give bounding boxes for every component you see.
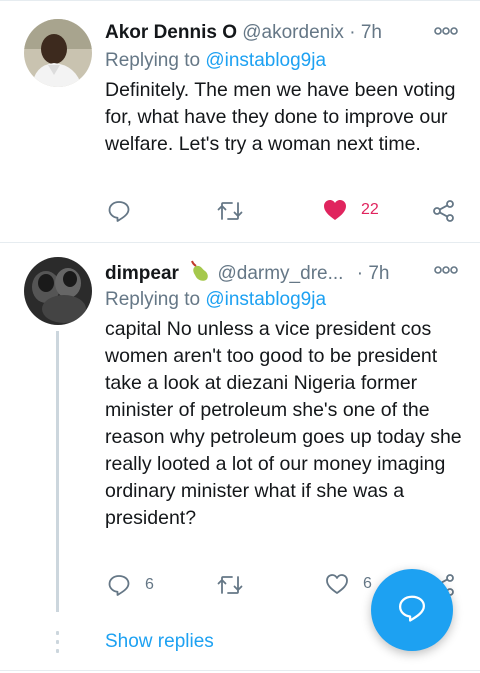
reply-count: 6 [145, 576, 154, 593]
like-button[interactable]: 22 [323, 199, 379, 221]
replying-handle[interactable]: @instablog9ja [205, 50, 326, 71]
like-count: 6 [363, 575, 372, 592]
avatar[interactable] [24, 19, 92, 87]
tweet[interactable]: Akor Dennis O @akordenix · 7h Replying t… [0, 0, 480, 242]
separator: · [356, 263, 364, 284]
like-button[interactable]: 6 [325, 573, 372, 595]
retweet-icon [217, 573, 243, 597]
retweet-icon [217, 199, 243, 223]
user-handle[interactable]: @darmy_dre... [217, 263, 343, 284]
pear-emoji-icon [186, 259, 210, 289]
show-replies-link[interactable]: Show replies [105, 631, 214, 653]
tweet-actions: 22 [105, 199, 460, 229]
timestamp[interactable]: 7h [361, 22, 382, 43]
replying-prefix: Replying to [105, 289, 206, 310]
reply-button[interactable]: 6 [107, 573, 154, 597]
compose-reply-button[interactable] [371, 569, 453, 651]
replying-to: Replying to @instablog9ja [105, 50, 326, 72]
bottom-divider [0, 670, 480, 671]
user-handle[interactable]: @akordenix [242, 22, 344, 43]
more-icon[interactable] [434, 24, 458, 43]
replying-handle[interactable]: @instablog9ja [205, 289, 326, 310]
more-icon[interactable] [434, 263, 458, 282]
display-name[interactable]: Akor Dennis O [105, 22, 237, 43]
like-icon [323, 199, 347, 221]
retweet-button[interactable] [217, 573, 251, 597]
reply-icon [107, 573, 131, 597]
share-button[interactable] [432, 199, 456, 223]
share-icon [432, 199, 456, 223]
retweet-button[interactable] [217, 199, 251, 223]
display-name[interactable]: dimpear [105, 263, 179, 284]
like-icon [325, 573, 349, 595]
compose-reply-icon [397, 593, 427, 628]
replying-to: Replying to @instablog9ja [105, 289, 326, 311]
like-count: 22 [361, 201, 379, 218]
thread-dots [56, 631, 59, 658]
reply-icon [107, 199, 131, 223]
avatar[interactable] [24, 257, 92, 325]
separator: · [349, 22, 356, 43]
tweet-text: Definitely. The men we have been voting … [105, 79, 456, 155]
thread-line [56, 331, 59, 612]
reply-button[interactable] [107, 199, 139, 223]
timestamp[interactable]: 7h [368, 263, 389, 284]
tweet-text: capital No unless a vice president cos w… [105, 318, 462, 529]
replying-prefix: Replying to [105, 50, 206, 71]
